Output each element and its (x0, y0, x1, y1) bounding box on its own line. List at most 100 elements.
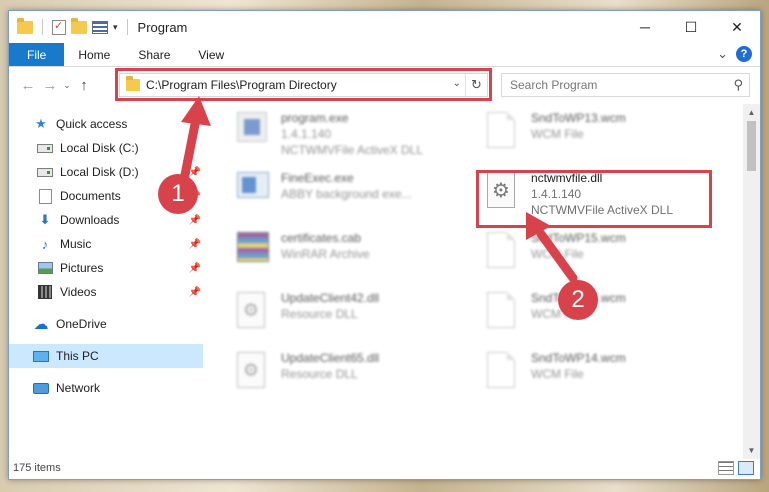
sidebar-item-label: OneDrive (56, 317, 107, 331)
tab-home[interactable]: Home (64, 43, 124, 66)
file-type: ABBY background exe... (281, 187, 412, 201)
item-count: 175 items (13, 462, 61, 474)
title-bar: ▾ Program ─ ☐ ✕ (9, 11, 760, 43)
file-name: program.exe (281, 111, 349, 125)
close-button[interactable]: ✕ (714, 11, 760, 43)
help-icon[interactable]: ? (736, 46, 752, 62)
winrar-icon (237, 232, 269, 272)
file-item-fineexec-exe[interactable]: FineExec.exe ABBY background exe... (229, 168, 469, 224)
status-bar: 175 items (9, 457, 760, 479)
music-icon: ♪ (41, 236, 49, 252)
pictures-icon (37, 261, 53, 275)
file-item-sndtowp16-wcm[interactable]: SndToWP16.wcm WCM File (479, 288, 719, 344)
this-pc-icon (33, 349, 49, 363)
pin-icon: 📌 (188, 262, 201, 274)
file-item-updateclient65-dll[interactable]: ⚙ UpdateClient65.dll Resource DLL (229, 348, 469, 404)
exe-icon (237, 112, 269, 152)
view-options-icon[interactable] (92, 20, 108, 34)
sidebar-item-label: Local Disk (C:) (60, 141, 139, 155)
file-type: Resource DLL (281, 367, 358, 381)
document-icon (487, 292, 519, 332)
search-placeholder: Search Program (510, 78, 598, 92)
videos-icon (37, 285, 53, 299)
dll-icon: ⚙ (237, 292, 269, 332)
sidebar-item-this-pc[interactable]: This PC (9, 344, 203, 368)
file-list: program.exe 1.4.1.140 NCTWMVFile ActiveX… (229, 104, 739, 459)
large-icons-view-icon[interactable] (738, 461, 754, 475)
scrollbar-thumb[interactable] (747, 121, 756, 171)
minimize-button[interactable]: ─ (622, 11, 668, 43)
sidebar-item-videos[interactable]: Videos 📌 (9, 280, 203, 304)
file-item-certificates-cab[interactable]: certificates.cab WinRAR Archive (229, 228, 469, 284)
pin-icon: 📌 (188, 166, 201, 178)
file-item-program-exe[interactable]: program.exe 1.4.1.140 NCTWMVFile ActiveX… (229, 108, 469, 164)
tab-view[interactable]: View (184, 43, 238, 66)
main-content: ★ Quick access Local Disk (C:) Local Dis… (9, 104, 760, 459)
abby-icon (237, 172, 269, 212)
document-icon (487, 352, 519, 392)
address-highlight-box (115, 68, 492, 101)
tab-file[interactable]: File (9, 43, 65, 66)
drive-icon (37, 141, 53, 155)
file-type: WCM File (531, 247, 584, 261)
navigation-bar: ← → ⌄ ↑ C:\Program Files\Program Directo… (9, 67, 760, 103)
file-type: WinRAR Archive (281, 247, 370, 261)
file-type: Resource DLL (281, 307, 358, 321)
customize-toolbar-chevron-icon[interactable]: ▾ (113, 22, 118, 33)
tab-share[interactable]: Share (124, 43, 184, 66)
file-type: WCM File (531, 367, 584, 381)
sidebar-item-onedrive[interactable]: ☁ OneDrive (9, 312, 203, 336)
file-highlight-box (476, 170, 712, 228)
file-item-sndtowp13-wcm[interactable]: SndToWP13.wcm WCM File (479, 108, 719, 164)
file-item-sndtowp15-wcm[interactable]: SndToWP15.wcm WCM File (479, 228, 719, 284)
step-2-badge: 2 (558, 280, 598, 320)
drive-icon (37, 165, 53, 179)
details-view-icon[interactable] (718, 461, 734, 475)
file-name: SndToWP13.wcm (531, 111, 626, 125)
sidebar-item-network[interactable]: Network (9, 376, 203, 400)
documents-icon (37, 188, 53, 204)
file-name: UpdateClient42.dll (281, 291, 380, 305)
star-icon: ★ (35, 116, 47, 131)
file-name: UpdateClient65.dll (281, 351, 380, 365)
sidebar-item-quick-access[interactable]: ★ Quick access (9, 112, 203, 136)
expand-ribbon-chevron-icon[interactable]: ⌄ (717, 46, 728, 62)
properties-icon[interactable] (52, 19, 66, 35)
folder-icon (17, 17, 33, 34)
window-title: Program (137, 19, 188, 35)
file-name: FineExec.exe (281, 171, 354, 185)
search-input[interactable]: Search Program ⚲ (501, 73, 750, 97)
onedrive-icon: ☁ (33, 316, 49, 333)
document-icon (487, 232, 519, 272)
maximize-button[interactable]: ☐ (668, 11, 714, 43)
file-name: certificates.cab (281, 231, 362, 245)
new-folder-icon[interactable] (71, 17, 87, 34)
sidebar-item-label: Local Disk (D:) (60, 165, 139, 179)
sidebar-item-pictures[interactable]: Pictures 📌 (9, 256, 203, 280)
sidebar-item-label: Documents (60, 189, 121, 203)
file-item-updateclient42-dll[interactable]: ⚙ UpdateClient42.dll Resource DLL (229, 288, 469, 344)
sidebar-item-local-disk-c[interactable]: Local Disk (C:) (9, 136, 203, 160)
pin-icon: 📌 (188, 214, 201, 226)
sidebar-item-label: Music (60, 237, 92, 251)
dll-icon: ⚙ (237, 352, 269, 392)
back-button[interactable]: ← (17, 77, 39, 94)
sidebar-item-label: This PC (56, 349, 99, 363)
file-item-sndtowp14-wcm[interactable]: SndToWP14.wcm WCM File (479, 348, 719, 404)
file-name: SndToWP15.wcm (531, 231, 626, 245)
window-controls: ─ ☐ ✕ (622, 11, 760, 43)
sidebar-item-label: Network (56, 381, 101, 395)
document-icon (487, 112, 519, 152)
file-name: SndToWP14.wcm (531, 351, 626, 365)
search-icon[interactable]: ⚲ (733, 77, 743, 93)
up-button[interactable]: ↑ (73, 77, 95, 94)
forward-button[interactable]: → (39, 77, 61, 94)
recent-locations-chevron-icon[interactable]: ⌄ (61, 80, 73, 91)
vertical-scrollbar[interactable]: ▲ ▼ (743, 104, 760, 459)
view-switcher (718, 461, 754, 475)
scroll-up-icon[interactable]: ▲ (743, 104, 760, 121)
sidebar-item-music[interactable]: ♪ Music 📌 (9, 232, 203, 256)
navigation-pane: ★ Quick access Local Disk (C:) Local Dis… (9, 104, 203, 459)
network-icon (33, 381, 49, 395)
file-version: 1.4.1.140 (281, 127, 332, 141)
